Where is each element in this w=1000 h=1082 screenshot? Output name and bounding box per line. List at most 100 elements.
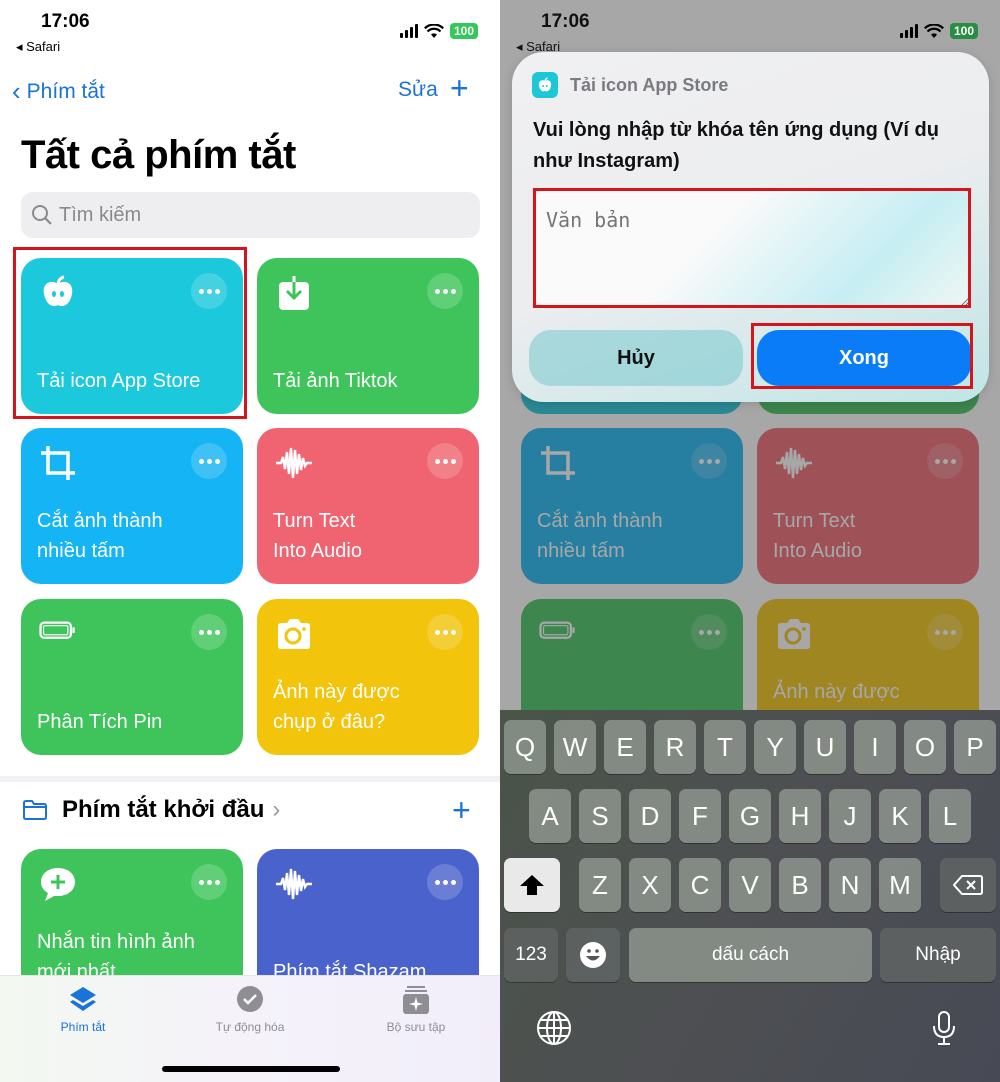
text-input-field[interactable] bbox=[534, 190, 970, 306]
numbers-key[interactable]: 123 bbox=[504, 928, 558, 982]
add-shortcut-button[interactable]: + bbox=[450, 72, 469, 104]
tab-shortcuts[interactable]: Phím tắt bbox=[13, 984, 153, 1034]
ellipsis-icon bbox=[198, 458, 220, 464]
space-key[interactable]: dấu cách bbox=[629, 928, 872, 982]
tab-label: Phím tắt bbox=[60, 1020, 106, 1034]
home-indicator bbox=[162, 1066, 340, 1072]
waveform-icon bbox=[275, 865, 313, 903]
message-plus-icon bbox=[39, 865, 77, 903]
wifi-icon bbox=[423, 23, 444, 38]
key-q[interactable]: Q bbox=[504, 720, 546, 774]
battery-icon bbox=[39, 615, 77, 653]
key-e[interactable]: E bbox=[604, 720, 646, 774]
plus-icon: + bbox=[450, 70, 469, 106]
delete-key[interactable] bbox=[940, 858, 996, 912]
folder-icon bbox=[23, 800, 47, 820]
more-options-button[interactable] bbox=[427, 273, 463, 309]
shortcut-card[interactable]: Phân Tích Pin bbox=[21, 599, 243, 755]
text-input-dialog: Tải icon App Store Vui lòng nhập từ khóa… bbox=[512, 52, 989, 402]
cellular-signal-icon bbox=[899, 24, 918, 38]
ellipsis-icon bbox=[198, 288, 220, 294]
apple-icon bbox=[532, 72, 558, 98]
key-y[interactable]: Y bbox=[754, 720, 796, 774]
backspace-icon bbox=[953, 875, 983, 895]
key-f[interactable]: F bbox=[679, 789, 721, 843]
shortcut-label: Tải icon App Store bbox=[37, 370, 201, 392]
battery-indicator: 100 bbox=[449, 23, 478, 39]
shortcut-card[interactable]: Tải ảnh Tiktok bbox=[257, 258, 479, 414]
key-u[interactable]: U bbox=[804, 720, 846, 774]
tab-automation[interactable]: Tự động hóa bbox=[180, 984, 320, 1034]
key-k[interactable]: K bbox=[879, 789, 921, 843]
shortcut-label: Cắt ảnh thành nhiều tấm bbox=[37, 510, 163, 562]
download-icon bbox=[275, 274, 313, 312]
input-dialog-screen: Tải icon App StoreTải ảnh TiktokCắt ảnh … bbox=[500, 0, 1000, 1082]
waveform-icon bbox=[275, 444, 313, 482]
key-c[interactable]: C bbox=[679, 858, 721, 912]
more-options-button[interactable] bbox=[427, 443, 463, 479]
shift-key[interactable] bbox=[504, 858, 560, 912]
search-placeholder: Tìm kiếm bbox=[59, 203, 142, 226]
key-n[interactable]: N bbox=[829, 858, 871, 912]
back-app-label: Safari bbox=[26, 39, 61, 54]
globe-icon[interactable] bbox=[536, 1010, 572, 1046]
crop-icon bbox=[39, 444, 77, 482]
key-l[interactable]: L bbox=[929, 789, 971, 843]
edit-button[interactable]: Sửa bbox=[398, 78, 438, 102]
tab-label: Tự động hóa bbox=[215, 1020, 285, 1034]
done-button[interactable]: Xong bbox=[757, 330, 971, 386]
shortcut-card[interactable]: Turn Text Into Audio bbox=[257, 428, 479, 584]
search-icon bbox=[32, 205, 52, 225]
microphone-icon[interactable] bbox=[926, 1010, 962, 1046]
clock-check-icon bbox=[237, 986, 263, 1012]
shortcut-card[interactable]: Ảnh này được chụp ở đâu? bbox=[257, 599, 479, 755]
key-w[interactable]: W bbox=[554, 720, 596, 774]
key-h[interactable]: H bbox=[779, 789, 821, 843]
more-options-button[interactable] bbox=[191, 443, 227, 479]
key-j[interactable]: J bbox=[829, 789, 871, 843]
shortcut-card[interactable]: Cắt ảnh thành nhiều tấm bbox=[21, 428, 243, 584]
dialog-app-name: Tải icon App Store bbox=[570, 74, 729, 95]
key-g[interactable]: G bbox=[729, 789, 771, 843]
back-button[interactable]: ‹ Phím tắt bbox=[12, 76, 105, 107]
apple-icon bbox=[39, 274, 77, 312]
key-o[interactable]: O bbox=[904, 720, 946, 774]
key-r[interactable]: R bbox=[654, 720, 696, 774]
back-to-app-link[interactable]: ◂ Safari bbox=[16, 39, 60, 55]
page-title: Tất cả phím tắt bbox=[21, 133, 296, 177]
key-i[interactable]: I bbox=[854, 720, 896, 774]
back-button-label: Phím tắt bbox=[26, 79, 105, 103]
key-b[interactable]: B bbox=[779, 858, 821, 912]
plus-icon: + bbox=[452, 792, 471, 828]
key-v[interactable]: V bbox=[729, 858, 771, 912]
tab-gallery[interactable]: Bộ sưu tập bbox=[346, 984, 486, 1034]
emoji-key[interactable] bbox=[566, 928, 620, 982]
more-options-button[interactable] bbox=[427, 864, 463, 900]
shortcut-label: Phân Tích Pin bbox=[37, 711, 163, 733]
more-options-button[interactable] bbox=[427, 614, 463, 650]
return-key[interactable]: Nhập bbox=[880, 928, 996, 982]
starter-shortcuts-header[interactable]: Phím tắt khởi đầu › bbox=[22, 796, 280, 824]
status-time: 17:06 bbox=[541, 11, 590, 32]
shortcut-label: Tải ảnh Tiktok bbox=[273, 370, 398, 392]
key-z[interactable]: Z bbox=[579, 858, 621, 912]
search-input[interactable]: Tìm kiếm bbox=[21, 192, 480, 238]
key-s[interactable]: S bbox=[579, 789, 621, 843]
ellipsis-icon bbox=[198, 879, 220, 885]
more-options-button[interactable] bbox=[191, 614, 227, 650]
more-options-button[interactable] bbox=[191, 864, 227, 900]
key-p[interactable]: P bbox=[954, 720, 996, 774]
add-starter-shortcut-button[interactable]: + bbox=[452, 794, 471, 826]
camera-icon bbox=[275, 615, 313, 653]
key-x[interactable]: X bbox=[629, 858, 671, 912]
key-d[interactable]: D bbox=[629, 789, 671, 843]
ellipsis-icon bbox=[434, 879, 456, 885]
key-a[interactable]: A bbox=[529, 789, 571, 843]
ellipsis-icon bbox=[434, 458, 456, 464]
emoji-icon bbox=[580, 942, 606, 968]
shortcut-card[interactable]: Tải icon App Store bbox=[21, 258, 243, 414]
key-t[interactable]: T bbox=[704, 720, 746, 774]
key-m[interactable]: M bbox=[879, 858, 921, 912]
cancel-button[interactable]: Hủy bbox=[529, 330, 743, 386]
more-options-button[interactable] bbox=[191, 273, 227, 309]
